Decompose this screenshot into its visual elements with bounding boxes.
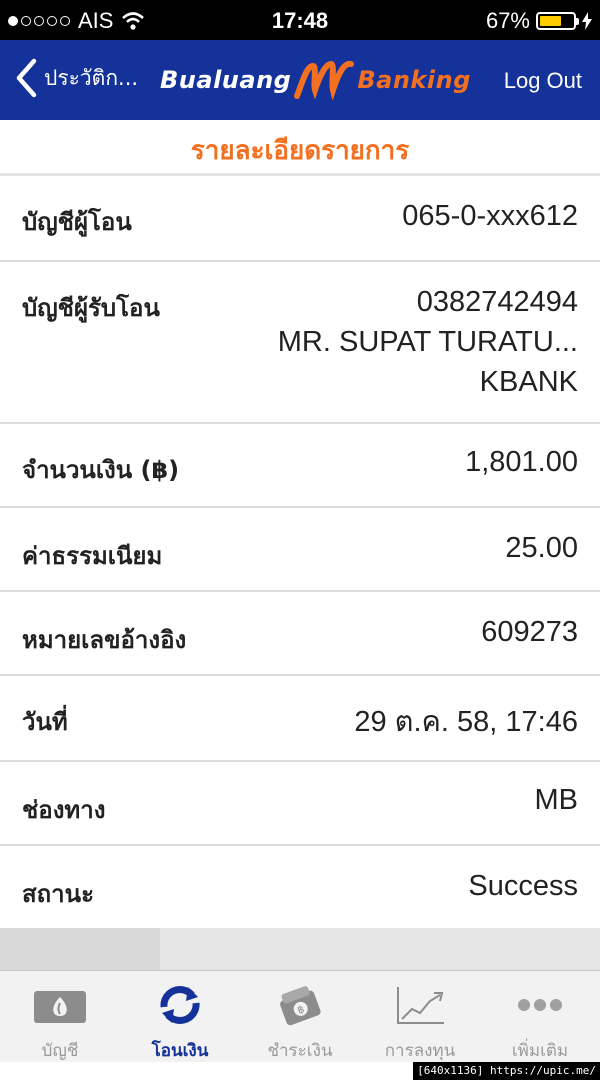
bottom-tab-bar: บัญชี โอนเงิน ฿ ชำระเงิน การลงทุน เพิ่มเ… [0,970,600,1062]
detail-row-amount: จำนวนเงิน (฿) 1,801.00 [0,424,600,508]
detail-value: KBANK [479,366,578,398]
status-badge: Success [468,870,578,902]
detail-row-channel: ช่องทาง MB [0,762,600,846]
tab-payment[interactable]: ฿ ชำระเงิน [240,971,360,1062]
footer-strip: [640x1136] https://upic.me/ [0,1062,600,1080]
bualuang-mbanking-logo: Bualuang Banking [160,60,471,100]
detail-label: บัญชีผู้รับโอน [22,294,160,322]
detail-label: สถานะ [22,880,94,908]
detail-value: 1,801.00 [465,446,578,478]
page-title: รายละเอียดรายการ [190,136,410,166]
chevron-left-icon [16,58,37,98]
detail-value: 29 ต.ค. 58, 17:46 [354,706,578,738]
detail-row-sender-account: บัญชีผู้โอน 065-0-xxx612 [0,178,600,262]
tab-accounts[interactable]: บัญชี [0,971,120,1062]
detail-row-status: สถานะ Success [0,846,600,930]
detail-value: 0382742494 [416,286,578,318]
detail-label: ค่าธรรมเนียม [22,542,163,570]
detail-value: 065-0-xxx612 [402,200,578,232]
detail-row-date: วันที่ 29 ต.ค. 58, 17:46 [0,676,600,762]
detail-value: 609273 [481,616,578,648]
more-dots-icon [518,999,562,1011]
detail-label: หมายเลขอ้างอิง [22,626,187,654]
payment-wallet-icon: ฿ [280,986,321,1026]
detail-value: 25.00 [505,532,578,564]
detail-value: MR. SUPAT TURATU... [277,326,578,358]
m-logo-icon [294,60,355,100]
status-right: 67% [486,8,592,34]
detail-label: ช่องทาง [22,796,106,824]
detail-row-recipient-account: บัญชีผู้รับโอน 0382742494 MR. SUPAT TURA… [0,262,600,424]
tab-label: ชำระเงิน [267,1041,333,1061]
content-bottom-band [0,928,600,970]
transaction-details: บัญชีผู้โอน 065-0-xxx612 บัญชีผู้รับโอน … [0,178,600,930]
charging-bolt-icon [582,12,592,30]
detail-label: บัญชีผู้โอน [22,208,132,236]
detail-label: วันที่ [22,708,68,736]
detail-value: MB [534,784,579,816]
detail-row-fee: ค่าธรรมเนียม 25.00 [0,508,600,592]
tab-label: เพิ่มเติม [511,1041,569,1061]
transfer-refresh-icon [160,986,200,1024]
logout-button[interactable]: Log Out [504,68,582,94]
detail-row-reference: หมายเลขอ้างอิง 609273 [0,592,600,676]
account-card-icon [34,991,86,1023]
tab-label: บัญชี [41,1041,79,1061]
back-button[interactable]: ประวัติก... [14,58,138,98]
battery-icon [536,12,579,30]
tab-label: การลงทุน [384,1041,456,1061]
watermark-text: [640x1136] https://upic.me/ [413,1062,600,1080]
tab-label: โอนเงิน [151,1041,209,1061]
tab-investment[interactable]: การลงทุน [360,971,480,1062]
detail-label: จำนวนเงิน (฿) [22,456,180,484]
tab-more[interactable]: เพิ่มเติม [480,971,600,1062]
investment-chart-icon [397,987,444,1024]
status-bar: AIS 17:48 67% [0,0,600,40]
page-title-bar: รายละเอียดรายการ [0,120,600,176]
tab-transfer[interactable]: โอนเงิน [120,971,240,1062]
app-header: ประวัติก... Bualuang Banking Log Out [0,40,600,120]
back-label: ประวัติก... [44,65,139,90]
battery-percent: 67% [485,8,530,33]
